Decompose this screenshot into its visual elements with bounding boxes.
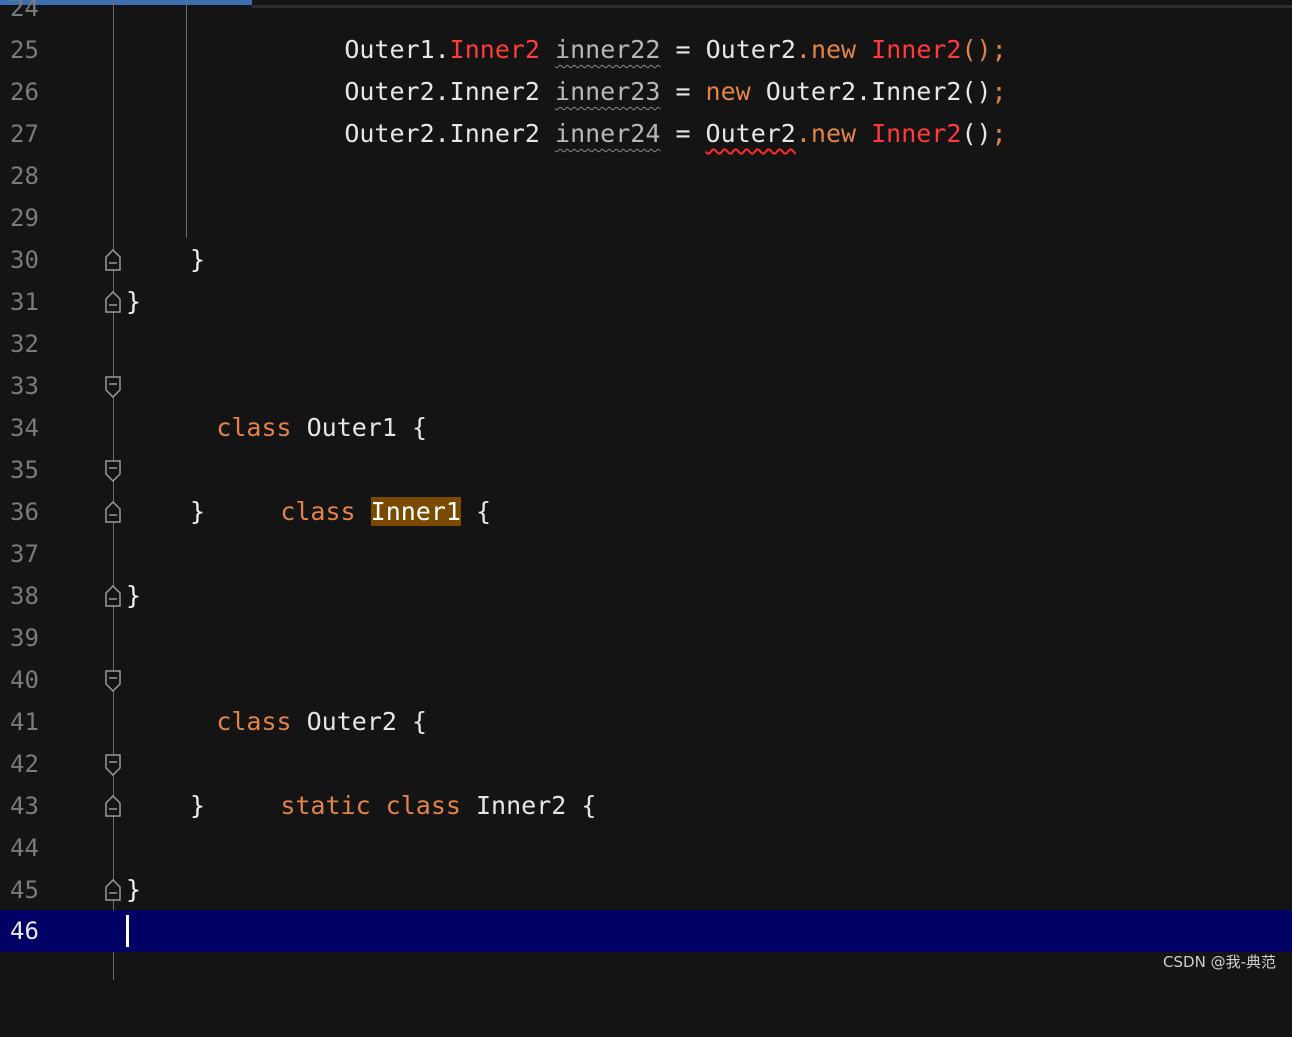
code-line[interactable]: 28: [0, 155, 1292, 197]
code-line[interactable]: 32: [0, 323, 1292, 365]
code-line[interactable]: 34: [0, 407, 1292, 449]
fold-end-icon[interactable]: [104, 795, 122, 817]
code-line[interactable]: 41: [0, 701, 1292, 743]
line-number: 34: [10, 414, 39, 442]
line-number: 44: [10, 834, 39, 862]
code-line[interactable]: 38 }: [0, 575, 1292, 617]
current-line[interactable]: 46: [0, 910, 1292, 952]
code-line[interactable]: 39: [0, 617, 1292, 659]
line-number: 28: [10, 162, 39, 190]
fold-end-icon[interactable]: [104, 585, 122, 607]
line-number: 30: [10, 246, 39, 274]
code-line[interactable]: 45 }: [0, 869, 1292, 911]
code-token: }: [126, 875, 142, 904]
code-line[interactable]: 27: [0, 113, 1292, 155]
fold-end-icon[interactable]: [104, 291, 122, 313]
fold-collapse-icon[interactable]: [104, 754, 122, 776]
code-line[interactable]: 35 class Inner1 {: [0, 449, 1292, 526]
fold-collapse-icon[interactable]: [104, 670, 122, 692]
line-number: 31: [10, 288, 39, 316]
line-number: 39: [10, 624, 39, 652]
code-line[interactable]: 42 static class Inner2 {: [0, 743, 1292, 820]
watermark: CSDN @我-典范: [1163, 953, 1276, 971]
fold-end-icon[interactable]: [104, 879, 122, 901]
fold-collapse-icon[interactable]: [104, 460, 122, 482]
code-line[interactable]: 44: [0, 827, 1292, 869]
line-number: 35: [10, 456, 39, 484]
fold-end-icon[interactable]: [104, 249, 122, 271]
code-line[interactable]: 36 }: [0, 491, 1292, 533]
code-line[interactable]: 31 }: [0, 281, 1292, 323]
text-caret: [126, 915, 129, 947]
line-number: 43: [10, 792, 39, 820]
code-token: }: [190, 791, 206, 820]
line-number: 46: [10, 917, 39, 945]
fold-end-icon[interactable]: [104, 501, 122, 523]
code-line[interactable]: 26 Outer2.Inner2 inner24 = Outer2.new In…: [0, 71, 1292, 148]
code-token: }: [190, 245, 206, 274]
code-line[interactable]: 25 Outer2.Inner2 inner23 = new Outer2.In…: [0, 29, 1292, 106]
line-number: 26: [10, 78, 39, 106]
fold-collapse-icon[interactable]: [104, 376, 122, 398]
code-token: }: [126, 581, 142, 610]
code-editor[interactable]: 24 Outer1.Inner2 inner22 = Outer2.new In…: [0, 0, 1292, 980]
line-number: 24: [10, 0, 39, 22]
line-number: 25: [10, 36, 39, 64]
line-number: 37: [10, 540, 39, 568]
code-line[interactable]: 30 }: [0, 239, 1292, 281]
line-number: 33: [10, 372, 39, 400]
code-token: }: [190, 497, 206, 526]
code-line[interactable]: 29: [0, 197, 1292, 239]
line-number: 29: [10, 204, 39, 232]
line-number: 45: [10, 876, 39, 904]
line-number: 36: [10, 498, 39, 526]
line-number: 41: [10, 708, 39, 736]
code-line[interactable]: 37: [0, 533, 1292, 575]
code-line[interactable]: 33 class Outer1 {: [0, 365, 1292, 442]
line-number: 40: [10, 666, 39, 694]
code-line[interactable]: 40 class Outer2 {: [0, 659, 1292, 736]
line-number: 27: [10, 120, 39, 148]
line-number: 32: [10, 330, 39, 358]
code-token: }: [126, 287, 142, 316]
line-number: 38: [10, 582, 39, 610]
line-number: 42: [10, 750, 39, 778]
code-line[interactable]: 24 Outer1.Inner2 inner22 = Outer2.new In…: [0, 0, 1292, 64]
code-line[interactable]: 43 }: [0, 785, 1292, 827]
